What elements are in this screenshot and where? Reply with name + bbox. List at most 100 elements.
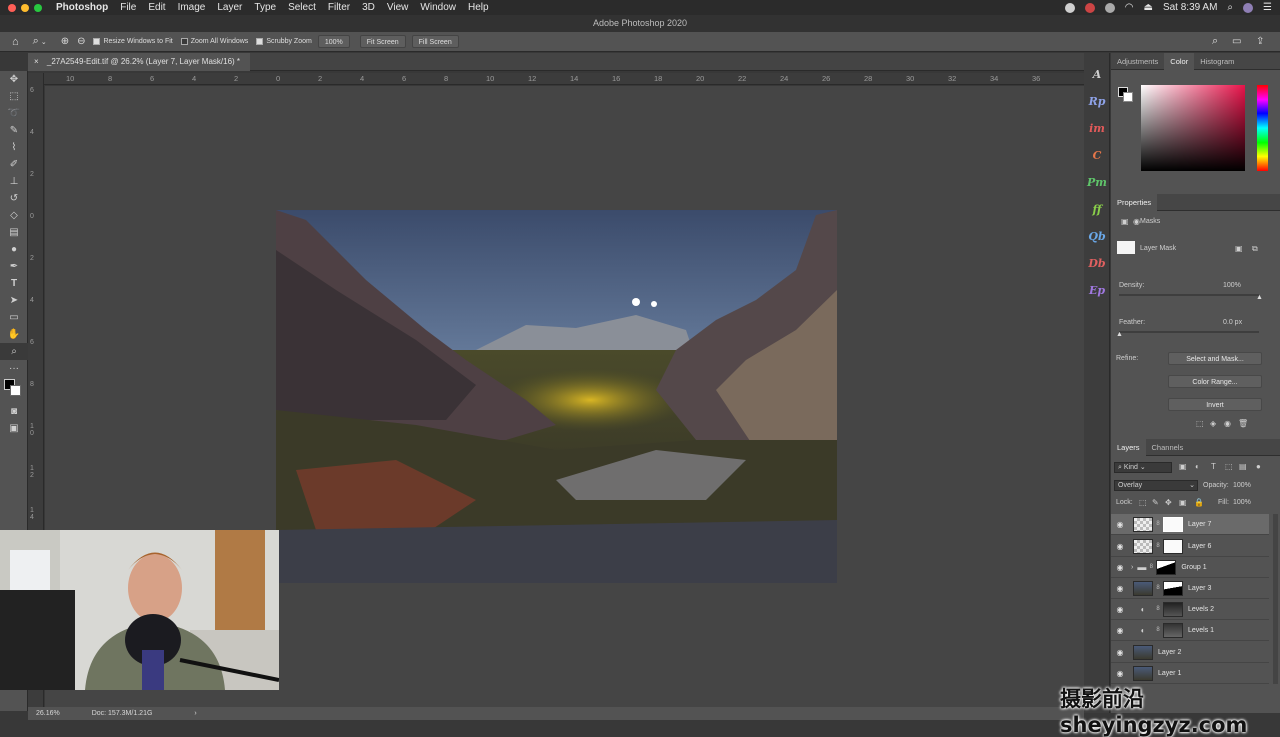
eye-icon[interactable]: ◉ bbox=[1111, 648, 1129, 657]
layer-mask-thumbnail[interactable] bbox=[1117, 241, 1135, 254]
menu-photoshop[interactable]: Photoshop bbox=[56, 2, 108, 13]
density-value[interactable]: 100% bbox=[1223, 282, 1241, 289]
link-icon[interactable]: 8 bbox=[1155, 521, 1161, 527]
menu-window[interactable]: Window bbox=[420, 2, 456, 13]
eye-icon[interactable]: ◉ bbox=[1111, 584, 1129, 593]
fill-screen-button[interactable]: Fill Screen bbox=[411, 35, 459, 48]
color-swatches[interactable] bbox=[0, 377, 28, 403]
pen-tool-icon[interactable]: ✒ bbox=[0, 258, 28, 275]
background-color-swatch[interactable] bbox=[10, 385, 21, 396]
eraser-tool-icon[interactable]: ◇ bbox=[0, 207, 28, 224]
marquee-tool-icon[interactable]: ⬚ bbox=[0, 88, 28, 105]
plugin-c-icon[interactable]: C bbox=[1084, 142, 1110, 169]
chevron-right-icon[interactable]: › bbox=[1131, 564, 1133, 571]
brush-tool-icon[interactable]: ✐ bbox=[0, 156, 28, 173]
chevron-right-icon[interactable]: › bbox=[194, 710, 196, 717]
feather-value[interactable]: 0.0 px bbox=[1223, 319, 1242, 326]
zoom-in-icon[interactable]: ⊕ bbox=[61, 36, 69, 47]
layer-row[interactable]: ◉ 8 Layer 7 bbox=[1111, 514, 1269, 535]
eject-icon[interactable]: ⏏ bbox=[1143, 2, 1152, 13]
chevron-down-icon[interactable]: ⌄ bbox=[41, 38, 47, 46]
sync-icon[interactable] bbox=[1104, 2, 1115, 13]
filter-toggle-icon[interactable]: ● bbox=[1256, 462, 1261, 471]
layer-row[interactable]: ◉ Layer 1 bbox=[1111, 663, 1269, 684]
type-tool-icon[interactable]: T bbox=[0, 275, 28, 292]
menu-layer[interactable]: Layer bbox=[217, 2, 242, 13]
menu-filter[interactable]: Filter bbox=[328, 2, 350, 13]
creative-cloud-icon[interactable] bbox=[1084, 2, 1095, 13]
plugin-rp-icon[interactable]: Rp bbox=[1084, 88, 1110, 115]
screen-mode-icon[interactable]: ▣ bbox=[0, 420, 28, 437]
plugin-qb-icon[interactable]: Qb bbox=[1084, 223, 1110, 250]
menu-help[interactable]: Help bbox=[468, 2, 489, 13]
spotlight-search-icon[interactable]: ⌕ bbox=[1227, 2, 1233, 13]
vector-mask-icon[interactable]: ◉ bbox=[1133, 217, 1140, 226]
add-vector-mask-icon[interactable]: ⧉ bbox=[1252, 244, 1258, 254]
pixel-mask-icon[interactable]: ▣ bbox=[1121, 217, 1129, 226]
blend-mode-select[interactable]: Overlay ⌄ bbox=[1114, 480, 1198, 491]
plugin-db-icon[interactable]: Db bbox=[1084, 250, 1110, 277]
path-select-tool-icon[interactable]: ➤ bbox=[0, 292, 28, 309]
mask-thumbnail[interactable] bbox=[1163, 516, 1183, 532]
zoom-tool-icon[interactable]: ⌕ bbox=[33, 35, 39, 48]
plugin-pm-icon[interactable]: Pm bbox=[1084, 169, 1110, 196]
layer-row[interactable]: ◉ ◐ 8 Levels 1 bbox=[1111, 620, 1269, 641]
scrubby-zoom-checkbox[interactable]: Scrubby Zoom bbox=[256, 38, 312, 45]
shape-tool-icon[interactable]: ▭ bbox=[0, 309, 28, 326]
visibility-icon[interactable]: ◉ bbox=[1224, 419, 1231, 428]
eye-icon[interactable]: ◉ bbox=[1111, 563, 1129, 572]
layer-row[interactable]: ◉ Layer 2 bbox=[1111, 642, 1269, 663]
color-range-button[interactable]: Color Range... bbox=[1168, 375, 1262, 388]
zoom-out-icon[interactable]: ⊖ bbox=[77, 36, 85, 47]
filter-smart-object-icon[interactable]: ▤ bbox=[1239, 462, 1247, 471]
filter-pixel-icon[interactable]: ▣ bbox=[1179, 462, 1187, 471]
hand-tool-icon[interactable]: ✋ bbox=[0, 326, 28, 343]
layers-scrollbar[interactable] bbox=[1273, 514, 1278, 684]
select-and-mask-button[interactable]: Select and Mask... bbox=[1168, 352, 1262, 365]
landscape-photo[interactable] bbox=[276, 210, 837, 583]
notification-center-icon[interactable]: ☰ bbox=[1263, 2, 1272, 13]
search-icon[interactable]: ⌕ bbox=[1212, 35, 1218, 48]
invert-button[interactable]: Invert bbox=[1168, 398, 1262, 411]
mask-thumbnail[interactable] bbox=[1163, 601, 1183, 617]
layer-row[interactable]: ◉ 8 Layer 6 bbox=[1111, 536, 1269, 557]
color-picker-field[interactable] bbox=[1141, 85, 1245, 171]
wifi-icon[interactable]: ◠ bbox=[1125, 2, 1134, 13]
lock-artboard-icon[interactable]: ▣ bbox=[1179, 498, 1187, 507]
eye-icon[interactable]: ◉ bbox=[1111, 542, 1129, 551]
filter-adjustment-icon[interactable]: ◐ bbox=[1195, 462, 1200, 471]
minimize-window-button[interactable] bbox=[21, 3, 29, 12]
opacity-value[interactable]: 100% bbox=[1233, 482, 1251, 489]
share-icon[interactable]: ⇪ bbox=[1256, 36, 1264, 47]
close-tab-icon[interactable]: × bbox=[34, 57, 39, 66]
history-brush-icon[interactable]: ↺ bbox=[0, 190, 28, 207]
load-selection-icon[interactable]: ⬚ bbox=[1196, 419, 1204, 428]
plugin-ff-icon[interactable]: ff bbox=[1084, 196, 1110, 223]
clock[interactable]: Sat 8:39 AM bbox=[1163, 2, 1217, 13]
filter-type-icon[interactable]: T bbox=[1211, 462, 1216, 471]
layer-row[interactable]: ◉ 8 Layer 3 bbox=[1111, 578, 1269, 599]
tab-adjustments[interactable]: Adjustments bbox=[1111, 53, 1164, 70]
kind-filter-select[interactable]: ⌕ Kind ⌄ bbox=[1114, 462, 1172, 473]
layer-row[interactable]: ◉ › ▬ 8 Group 1 bbox=[1111, 557, 1269, 578]
mask-thumbnail[interactable] bbox=[1163, 580, 1183, 596]
menu-view[interactable]: View bbox=[387, 2, 409, 13]
hue-slider[interactable] bbox=[1257, 85, 1268, 171]
background-color-chip[interactable] bbox=[1123, 92, 1133, 102]
close-window-button[interactable] bbox=[8, 3, 16, 12]
link-icon[interactable]: 8 bbox=[1155, 543, 1161, 549]
fit-screen-button[interactable]: Fit Screen bbox=[359, 35, 406, 48]
zoom-level[interactable]: 26.16% bbox=[36, 710, 60, 717]
lasso-tool-icon[interactable]: ➰ bbox=[0, 105, 28, 122]
link-icon[interactable]: 8 bbox=[1155, 627, 1161, 633]
eye-icon[interactable]: ◉ bbox=[1111, 520, 1129, 529]
lock-all-icon[interactable]: 🔒 bbox=[1194, 498, 1204, 507]
gradient-tool-icon[interactable]: ▤ bbox=[0, 224, 28, 241]
feather-slider-track[interactable] bbox=[1119, 331, 1259, 333]
layer-row[interactable]: ◉ ◐ 8 Levels 2 bbox=[1111, 599, 1269, 620]
link-icon[interactable]: 8 bbox=[1155, 585, 1161, 591]
apply-icon[interactable]: ◈ bbox=[1210, 419, 1216, 428]
user-avatar-icon[interactable] bbox=[1243, 2, 1254, 13]
home-icon[interactable]: ⌂ bbox=[12, 36, 19, 48]
plugin-im-icon[interactable]: im bbox=[1084, 115, 1110, 142]
